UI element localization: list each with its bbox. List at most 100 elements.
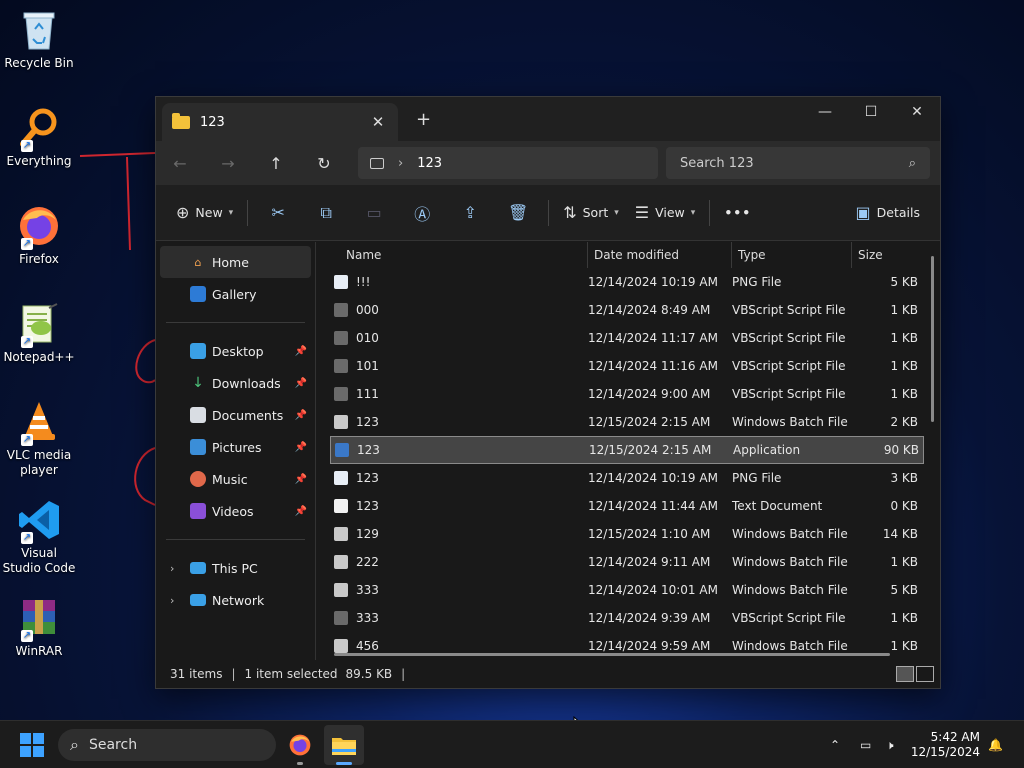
file-name: 456 [356, 639, 379, 653]
pin-icon[interactable]: 📌 [295, 506, 307, 517]
nav-item-desktop[interactable]: Desktop 📌 [160, 335, 311, 367]
view-button[interactable]: ☰ View ▾ [627, 196, 704, 230]
vscode-icon: ↗ [17, 498, 61, 544]
column-header-date[interactable]: Date modified [588, 242, 732, 268]
details-pane-button[interactable]: ▣ Details [848, 196, 928, 230]
breadcrumb[interactable]: › 123 [358, 147, 658, 179]
column-header-type[interactable]: Type [732, 242, 852, 268]
nav-item-home[interactable]: ⌂ Home [160, 246, 311, 278]
nav-item-gallery[interactable]: Gallery [160, 278, 311, 310]
desktop-icon-winrar[interactable]: ↗ WinRAR [2, 596, 76, 659]
file-bat-icon [334, 415, 348, 429]
tiles-view-button[interactable] [916, 666, 934, 682]
desktop-icon-firefox[interactable]: ↗ Firefox [2, 204, 76, 267]
pin-icon[interactable]: 📌 [295, 410, 307, 421]
delete-button[interactable]: 🗑 [494, 196, 542, 230]
file-vbs-icon [334, 331, 348, 345]
minimize-button[interactable]: — [802, 97, 848, 127]
column-header-name[interactable]: Name [316, 242, 588, 268]
file-row[interactable]: 101 12/14/2024 11:16 AM VBScript Script Fi… [330, 352, 924, 380]
nav-item-network[interactable]: › Network [160, 584, 311, 616]
command-bar: ⊕ New ▾ ✂ ⧉ ▭ Ⓐ ⇪ 🗑 ⇅ Sort ▾ ☰ View ▾ ••… [156, 185, 940, 241]
new-tab-button[interactable]: + [416, 109, 431, 130]
file-row[interactable]: !!! 12/14/2024 10:19 AM PNG File 5 KB [330, 268, 924, 296]
more-options-button[interactable]: ••• [716, 196, 759, 230]
volume-button[interactable]: 🕨 [886, 721, 894, 768]
pin-icon[interactable]: 📌 [295, 442, 307, 453]
chevron-right-icon[interactable]: › [170, 594, 174, 607]
breadcrumb-folder[interactable]: 123 [417, 156, 442, 171]
file-date: 12/14/2024 9:59 AM [588, 639, 711, 653]
pin-icon[interactable]: 📌 [295, 378, 307, 389]
nav-item-downloads[interactable]: ↓ Downloads 📌 [160, 367, 311, 399]
desktop-icon-recycle-bin[interactable]: Recycle Bin [2, 8, 76, 71]
vertical-scrollbar[interactable] [931, 256, 934, 422]
file-row[interactable]: 111 12/14/2024 9:00 AM VBScript Script Fil… [330, 380, 924, 408]
status-bar: 31 items | 1 item selected 89.5 KB | [156, 660, 940, 688]
file-row[interactable]: 333 12/14/2024 10:01 AM Windows Batch File… [330, 576, 924, 604]
file-row[interactable]: 129 12/15/2024 1:10 AM Windows Batch File 1… [330, 520, 924, 548]
desktop-icon-vlc[interactable]: ↗ VLC media player [2, 400, 76, 478]
file-row[interactable]: 333 12/14/2024 9:39 AM VBScript Script Fil… [330, 604, 924, 632]
taskbar-search-box[interactable]: ⌕ Search [58, 729, 276, 761]
tab-123[interactable]: 123 ✕ [162, 103, 398, 141]
view-toggle [896, 666, 934, 682]
taskbar-firefox[interactable] [280, 725, 320, 765]
nav-item-documents[interactable]: Documents 📌 [160, 399, 311, 431]
network-status-button[interactable]: ▭ [860, 721, 871, 768]
maximize-button[interactable]: ☐ [848, 97, 894, 127]
nav-item-pictures[interactable]: Pictures 📌 [160, 431, 311, 463]
close-tab-icon[interactable]: ✕ [368, 113, 388, 131]
paste-button[interactable]: ▭ [350, 196, 398, 230]
file-row[interactable]: 123 12/15/2024 2:15 AM Windows Batch File 2… [330, 408, 924, 436]
close-window-button[interactable]: ✕ [894, 97, 940, 127]
sort-button[interactable]: ⇅ Sort ▾ [555, 196, 627, 230]
clock[interactable]: 5:42 AM 12/15/2024 [911, 730, 980, 760]
share-button[interactable]: ⇪ [446, 196, 494, 230]
start-button[interactable] [20, 733, 44, 757]
file-explorer-icon [332, 738, 356, 755]
file-row[interactable]: 123 12/14/2024 10:19 AM PNG File 3 KB [330, 464, 924, 492]
show-hidden-icons-button[interactable]: ⌃ [830, 721, 840, 768]
new-button[interactable]: ⊕ New ▾ [168, 196, 241, 230]
file-date: 12/14/2024 9:00 AM [588, 387, 711, 401]
pin-icon[interactable]: 📌 [295, 474, 307, 485]
file-row[interactable]: 010 12/14/2024 11:17 AM VBScript Script Fi… [330, 324, 924, 352]
file-row[interactable]: 000 12/14/2024 8:49 AM VBScript Script Fil… [330, 296, 924, 324]
file-row[interactable]: 123 12/15/2024 2:15 AM Application 90 KB [330, 436, 924, 464]
file-name: 123 [356, 499, 379, 513]
desktop-icon-vscode[interactable]: ↗ Visual Studio Code [2, 498, 76, 576]
details-view-button[interactable] [896, 666, 914, 682]
up-button[interactable]: ↑ [252, 147, 300, 179]
cut-button[interactable]: ✂ [254, 196, 302, 230]
column-header-size[interactable]: Size [852, 242, 932, 268]
pin-icon[interactable]: 📌 [295, 346, 307, 357]
file-size: 1 KB [890, 359, 918, 373]
chevron-down-icon: ▾ [690, 207, 696, 218]
search-input[interactable]: Search 123 ⌕ [666, 147, 930, 179]
nav-item-videos[interactable]: Videos 📌 [160, 495, 311, 527]
chevron-right-icon[interactable]: › [170, 562, 174, 575]
notifications-button[interactable]: 🔔 [988, 721, 1003, 768]
copy-button[interactable]: ⧉ [302, 196, 350, 230]
desktop-icon-notepadpp[interactable]: ↗ Notepad++ [2, 302, 76, 365]
chevron-up-icon: ⌃ [830, 738, 841, 752]
horizontal-scrollbar[interactable] [334, 653, 890, 656]
taskbar-file-explorer[interactable] [324, 725, 364, 765]
back-button[interactable]: ← [156, 147, 204, 179]
desktop-icon-label: Recycle Bin [4, 56, 74, 70]
file-row[interactable]: 123 12/14/2024 11:44 AM Text Document 0 KB [330, 492, 924, 520]
chevron-right-icon: › [398, 155, 404, 171]
nav-item-this-pc[interactable]: › This PC [160, 552, 311, 584]
rename-button[interactable]: Ⓐ [398, 196, 446, 230]
refresh-button[interactable]: ↻ [300, 147, 348, 179]
file-row[interactable]: 222 12/14/2024 9:11 AM Windows Batch File 1… [330, 548, 924, 576]
nav-item-music[interactable]: Music 📌 [160, 463, 311, 495]
forward-button[interactable]: → [204, 147, 252, 179]
file-name-cell: 333 [330, 611, 588, 625]
file-bat-icon [334, 527, 348, 541]
file-name-cell: 123 [330, 415, 588, 429]
file-name: 123 [357, 443, 380, 457]
nav-item-label: This PC [212, 560, 258, 576]
desktop-icon-everything[interactable]: ↗ Everything [2, 106, 76, 169]
